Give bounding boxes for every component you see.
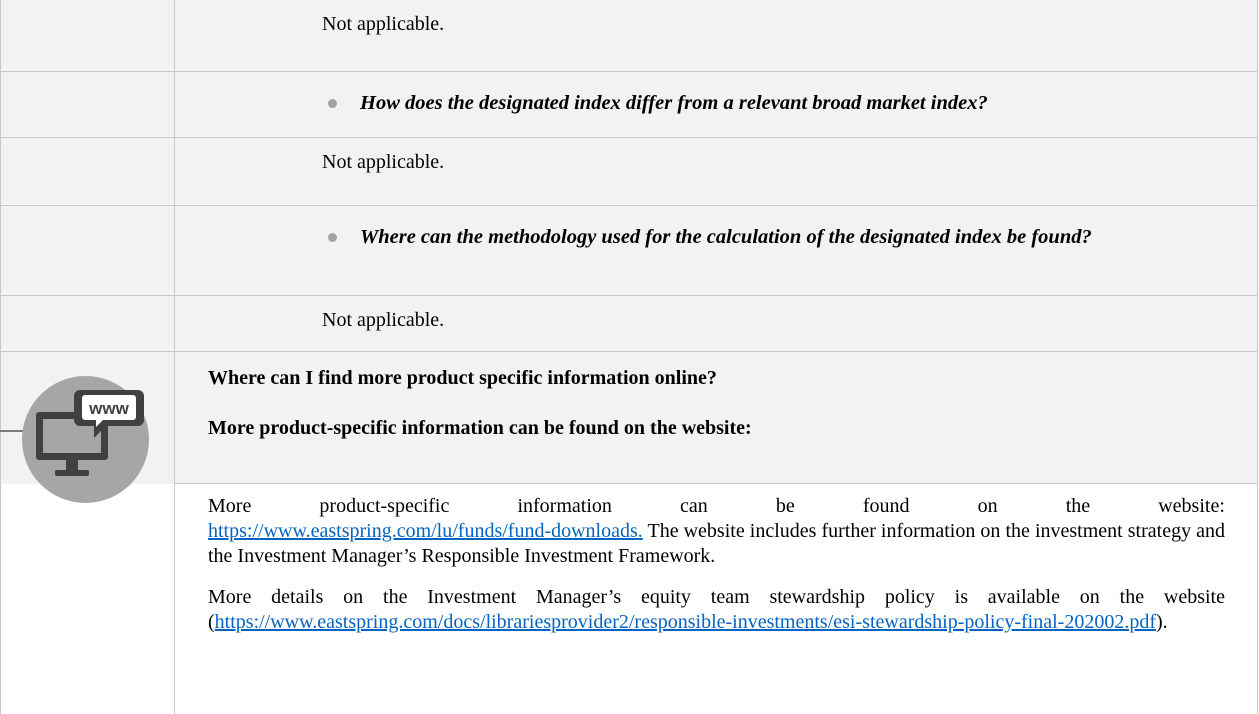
- online-subheading: More product-specific information can be…: [208, 417, 752, 439]
- question-text: How does the designated index differ fro…: [175, 72, 1257, 117]
- online-info: More product-specific information can be…: [175, 484, 1257, 635]
- para2-text: More details on the Investment Manager’s…: [208, 586, 1225, 608]
- word: information: [517, 495, 612, 517]
- question-label: How does the designated index differ fro…: [360, 92, 988, 114]
- question-cell: Where can the methodology used for the c…: [175, 206, 1258, 296]
- word: the: [1065, 495, 1091, 517]
- answer-text: Not applicable.: [322, 151, 445, 173]
- left-cell: [0, 0, 175, 72]
- word: website:: [1158, 495, 1225, 517]
- left-cell: [0, 72, 175, 138]
- question-text: Where can the methodology used for the c…: [175, 206, 1257, 251]
- fund-downloads-link[interactable]: https://www.eastspring.com/lu/funds/fund…: [208, 520, 643, 542]
- link-part: https://www.eastspring.com/docs/librarie…: [214, 611, 863, 633]
- info-paragraph-2: More details on the Investment Manager’s…: [208, 586, 1225, 633]
- word: be: [775, 495, 795, 517]
- document-table: Not applicable. How does the designated …: [0, 0, 1259, 714]
- question-cell: How does the designated index differ fro…: [175, 72, 1258, 138]
- para1-first-line: More product-specific information can be…: [208, 494, 1225, 519]
- left-cell: [0, 138, 175, 206]
- answer-cell: Not applicable.: [175, 0, 1258, 72]
- para2-tail: ).: [1155, 611, 1168, 633]
- online-info-cell: More product-specific information can be…: [175, 484, 1258, 714]
- online-heading-cell: Where can I find more product specific i…: [175, 352, 1258, 484]
- answer-cell: Not applicable.: [175, 296, 1258, 352]
- question-label: Where can the methodology used for the c…: [360, 226, 1092, 248]
- word: can: [680, 495, 708, 517]
- word: product-specific: [319, 495, 450, 517]
- left-cell: [0, 296, 175, 352]
- icon-www-text: www: [88, 399, 129, 418]
- link-part: stewardship-policy-final-202002.pdf: [862, 611, 1156, 633]
- stewardship-policy-link[interactable]: https://www.eastspring.com/docs/librarie…: [215, 611, 1156, 633]
- word: on: [977, 495, 998, 517]
- word: found: [862, 495, 910, 517]
- bullet-icon: [328, 99, 337, 108]
- left-cell: [0, 206, 175, 296]
- answer-text: Not applicable.: [322, 309, 445, 331]
- left-cell: [0, 484, 175, 714]
- computer-www-icon: www: [22, 376, 149, 503]
- info-paragraph-1: More product-specific information can be…: [208, 494, 1225, 569]
- online-heading: Where can I find more product specific i…: [208, 367, 717, 389]
- word: More: [208, 495, 252, 517]
- bullet-icon: [328, 233, 337, 242]
- answer-cell: Not applicable.: [175, 138, 1258, 206]
- answer-text: Not applicable.: [322, 13, 445, 35]
